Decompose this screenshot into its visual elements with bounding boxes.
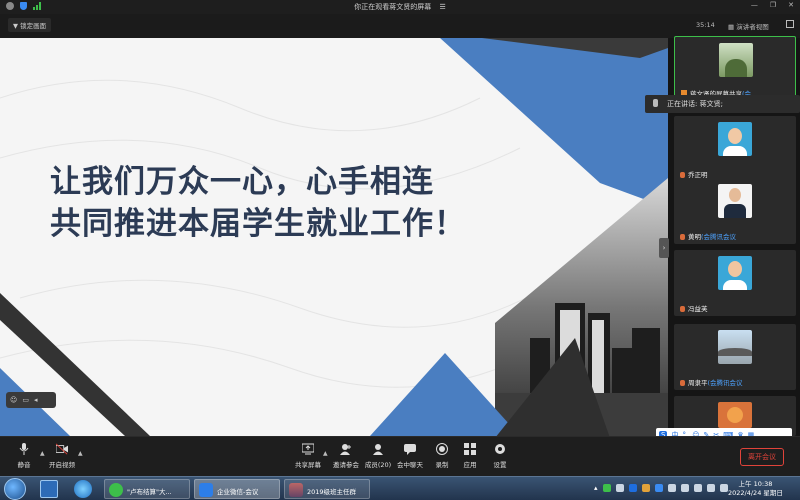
lock-screen-label: 锁定画面 (20, 22, 47, 30)
network-icon[interactable] (719, 484, 728, 492)
participant-name: 冯益芙 (680, 303, 708, 313)
window-controls: — ❐ ✕ (751, 1, 794, 9)
avatar (719, 43, 753, 77)
browser-icon[interactable] (74, 480, 92, 498)
grid-icon: ▦ (728, 23, 737, 31)
window-title: 你正在观看蒋文贤的屏幕 ☰ (0, 2, 800, 12)
share-screen-button[interactable]: 共享屏幕 (290, 443, 326, 469)
participant-name: 黄明(会腾讯会议 (680, 231, 736, 241)
leave-meeting-button[interactable]: 离开会议 (740, 448, 784, 466)
meeting-topbar: ▼ 锁定画面 35:14 ▦ 演讲者视图 (0, 14, 800, 38)
security-icon[interactable] (654, 484, 663, 492)
collapse-arrow-icon[interactable]: ◂ (34, 396, 38, 404)
start-video-label: 开启视频 (49, 461, 75, 469)
apps-label: 应用 (463, 461, 477, 469)
taskbar-clock[interactable]: 上午 10:38 2022/4/24 星期日 (728, 480, 783, 498)
lock-screen-button[interactable]: ▼ 锁定画面 (8, 18, 52, 32)
shared-screen: 让我们万众一心，心手相连 共同推进本届学生就业工作！ ☺ ▭ ◂ (0, 38, 668, 436)
chat-bubble-icon[interactable]: ▭ (22, 396, 29, 404)
taskbar-item[interactable]: 2019级班主任群 (284, 479, 370, 499)
share-screen-label: 共享屏幕 (295, 461, 321, 469)
sync-icon[interactable] (667, 484, 676, 492)
avatar (718, 330, 752, 364)
speaker-view-label: 演讲者视图 (736, 23, 769, 31)
mute-button[interactable]: 静音 (6, 443, 42, 469)
fullscreen-icon[interactable] (786, 20, 794, 28)
members-icon (373, 444, 383, 455)
slide-title-line-2: 共同推进本届学生就业工作！ (50, 206, 466, 242)
flag-icon[interactable] (680, 484, 689, 492)
app-icon (289, 483, 303, 497)
meeting-toolbar: 静音 ▲ 开启视频 ▲ 共享屏幕 ▲ 邀请参会 成员(20) 会中聊天 录制 应… (0, 436, 800, 476)
invite-button[interactable]: 邀请参会 (328, 443, 364, 469)
shield-icon[interactable] (641, 484, 650, 492)
taskbar-item[interactable]: "卢布结算"大... (104, 479, 190, 499)
mic-speaking-icon (653, 99, 658, 107)
close-icon[interactable]: ✕ (788, 1, 794, 9)
add-user-icon (340, 444, 351, 455)
meeting-timer: 35:14 (696, 21, 715, 29)
record-icon (436, 443, 448, 455)
start-button[interactable] (4, 478, 26, 500)
minimize-icon[interactable]: — (751, 1, 758, 9)
clock-time: 上午 10:38 (738, 480, 773, 488)
battery-icon[interactable] (693, 484, 702, 492)
speaking-indicator: 正在讲话: 蒋文贤; (645, 95, 800, 113)
taskbar-item[interactable]: 企业微信-会议 (194, 479, 280, 499)
mic-icon (680, 306, 685, 312)
gear-icon (495, 444, 505, 454)
clock-date: 2022/4/24 星期日 (728, 489, 783, 497)
chat-icon (404, 444, 416, 455)
record-label: 录制 (435, 461, 449, 469)
microphone-icon (19, 443, 29, 455)
members-label: 成员(20) (364, 461, 392, 469)
settings-label: 设置 (493, 461, 507, 469)
wechat-icon[interactable] (602, 484, 611, 492)
app-icon (199, 483, 213, 497)
speaker-view-button[interactable]: ▦ 演讲者视图 (728, 21, 769, 31)
participant-tile[interactable]: 黄明(会腾讯会议 (674, 178, 796, 244)
avatar (718, 122, 752, 156)
avatar (718, 184, 752, 218)
annotation-tools[interactable]: ☺ ▭ ◂ (6, 392, 56, 408)
avatar (718, 256, 752, 290)
chat-label: 会中聊天 (397, 461, 423, 469)
mic-icon (680, 380, 685, 386)
app-icon (109, 483, 123, 497)
participant-tile[interactable]: 冯益芙 (674, 250, 796, 316)
settings-button[interactable]: 设置 (482, 443, 518, 469)
system-tray: ▴ (594, 484, 728, 492)
participant-name: 周隶平(会腾讯会议 (680, 377, 743, 387)
tray-chevron-icon[interactable]: ▴ (594, 484, 598, 492)
mic-icon (680, 234, 685, 240)
chat-icon[interactable] (615, 484, 624, 492)
volume-icon[interactable] (706, 484, 715, 492)
mute-label: 静音 (17, 461, 31, 469)
participant-tile[interactable]: 蒋文贤的屏幕共享(会... (674, 36, 796, 102)
emoji-icon[interactable]: ☺ (10, 396, 17, 404)
camera-off-icon (56, 443, 68, 455)
window-title-text: 你正在观看蒋文贤的屏幕 (354, 3, 432, 11)
speaking-label: 正在讲话: 蒋文贤; (667, 100, 723, 108)
share-options-chevron-icon[interactable]: ▲ (323, 450, 328, 457)
slide-title-line-1: 让我们万众一心，心手相连 (50, 164, 434, 200)
ime-icon[interactable] (628, 484, 637, 492)
members-button[interactable]: 成员(20) (360, 443, 396, 469)
restore-icon[interactable]: ❐ (770, 1, 776, 9)
windows-taskbar: "卢布结算"大... 企业微信-会议 2019级班主任群 ▴ 上午 10:38 … (0, 476, 800, 500)
pin-icon: ▼ (13, 22, 18, 30)
apps-icon (464, 443, 476, 455)
chat-button[interactable]: 会中聊天 (392, 443, 428, 469)
screen-share-icon (302, 443, 314, 455)
window-titlebar: 你正在观看蒋文贤的屏幕 ☰ — ❐ ✕ (0, 0, 800, 14)
video-options-chevron-icon[interactable]: ▲ (78, 450, 83, 457)
menu-icon[interactable]: ☰ (439, 3, 445, 11)
invite-label: 邀请参会 (333, 461, 359, 469)
avatar (718, 402, 752, 428)
desktop-icon[interactable] (40, 480, 58, 498)
sidebar-toggle-icon[interactable]: › (659, 238, 669, 258)
participant-tile[interactable]: 乔正明 (674, 116, 796, 182)
start-video-button[interactable]: 开启视频 (44, 443, 80, 469)
participant-tile[interactable]: 周隶平(会腾讯会议 (674, 324, 796, 390)
